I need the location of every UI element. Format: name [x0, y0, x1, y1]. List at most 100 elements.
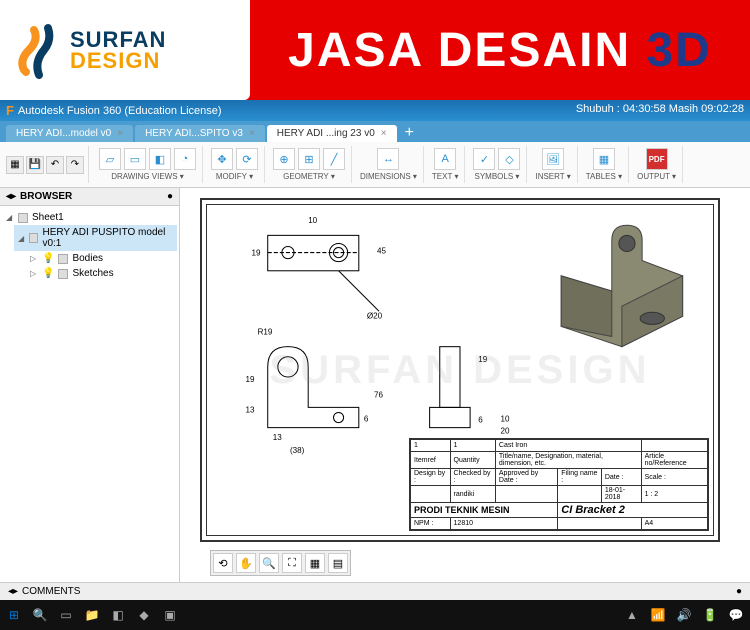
svg-text:R19: R19 — [258, 328, 273, 337]
rotate-icon[interactable]: ⟳ — [236, 148, 258, 170]
app-icon[interactable]: ◧ — [108, 605, 128, 625]
svg-text:13: 13 — [245, 405, 254, 414]
component-icon — [29, 233, 38, 243]
display-icon[interactable]: ▦ — [305, 553, 325, 573]
volume-icon[interactable]: 🔊 — [674, 605, 694, 625]
tree-sheet[interactable]: ◢ Sheet1 — [2, 210, 177, 225]
tree-model[interactable]: ◢ HERY ADI PUSPITO model v0:1 — [14, 225, 177, 251]
base-view-icon[interactable]: ▱ — [99, 148, 121, 170]
banner-title-main: JASA DESAIN — [288, 23, 631, 78]
close-icon[interactable]: × — [117, 128, 123, 139]
start-button[interactable]: ⊞ — [4, 605, 24, 625]
svg-text:45: 45 — [377, 247, 386, 256]
promo-banner: SURFAN DESIGN JASA DESAIN 3D — [0, 0, 750, 100]
folder-icon — [58, 269, 68, 279]
explorer-icon[interactable]: 📁 — [82, 605, 102, 625]
svg-text:19: 19 — [245, 375, 254, 384]
logo-text-line2: DESIGN — [70, 48, 166, 74]
search-icon[interactable]: 🔍 — [30, 605, 50, 625]
quick-access-toolbar: ▦ 💾 ↶ ↷ — [6, 146, 89, 183]
bulb-icon[interactable]: 💡 — [42, 268, 54, 279]
tab-spito-v3[interactable]: HERY ADI...SPITO v3× — [135, 125, 265, 142]
zoom-icon[interactable]: 🔍 — [259, 553, 279, 573]
app-icon[interactable]: ▣ — [160, 605, 180, 625]
centerline-icon[interactable]: ⊕ — [273, 148, 295, 170]
tray-icon[interactable]: ▲ — [622, 605, 642, 625]
app-icon: F — [6, 103, 14, 118]
tab-model-v0[interactable]: HERY ADI...model v0× — [6, 125, 133, 142]
svg-text:76: 76 — [374, 390, 383, 399]
svg-text:13: 13 — [273, 433, 282, 442]
ribbon-group-output: PDF OUTPUT ▾ — [631, 146, 683, 183]
svg-text:19: 19 — [252, 249, 261, 258]
ribbon-group-text: A TEXT ▾ — [426, 146, 466, 183]
folder-icon — [58, 254, 68, 264]
orbit-icon[interactable]: ⟲ — [213, 553, 233, 573]
svg-text:(38): (38) — [290, 446, 305, 455]
centermark-icon[interactable]: ⊞ — [298, 148, 320, 170]
ribbon-group-modify: ✥ ⟳ MODIFY ▾ — [205, 146, 265, 183]
svg-text:Ø20: Ø20 — [367, 311, 383, 320]
logo-mark-icon — [14, 20, 64, 80]
svg-text:10: 10 — [308, 216, 317, 225]
grid-icon[interactable]: ▤ — [328, 553, 348, 573]
section-view-icon[interactable]: ◧ — [149, 148, 171, 170]
fusion360-window: F Autodesk Fusion 360 (Education License… — [0, 100, 750, 600]
browser-header[interactable]: ◂▸BROWSER● — [0, 188, 179, 206]
drawing-canvas[interactable]: 10 19 45 Ø20 R19 19 13 (38) — [180, 188, 750, 582]
comments-panel[interactable]: ◂▸COMMENTS● — [0, 582, 750, 600]
save-button[interactable]: 💾 — [26, 156, 44, 174]
banner-title-3d: 3D — [646, 23, 711, 78]
svg-text:6: 6 — [478, 416, 483, 425]
move-icon[interactable]: ✥ — [211, 148, 233, 170]
undo-button[interactable]: ↶ — [46, 156, 64, 174]
app-icon[interactable]: ◆ — [134, 605, 154, 625]
fit-icon[interactable]: ⛶ — [282, 553, 302, 573]
network-icon[interactable]: 📶 — [648, 605, 668, 625]
model-tree: ◢ Sheet1 ◢ HERY ADI PUSPITO model v0:1 ▷… — [0, 206, 179, 285]
redo-button[interactable]: ↷ — [66, 156, 84, 174]
battery-icon[interactable]: 🔋 — [700, 605, 720, 625]
svg-text:19: 19 — [478, 355, 487, 364]
brand-logo: SURFAN DESIGN — [0, 0, 250, 100]
ribbon-group-symbols: ✓ ◇ SYMBOLS ▾ — [467, 146, 527, 183]
text-icon[interactable]: A — [434, 148, 456, 170]
banner-title: JASA DESAIN 3D — [250, 0, 750, 100]
dimension-icon[interactable]: ↔ — [377, 148, 399, 170]
tree-bodies[interactable]: ▷💡 Bodies — [26, 251, 177, 266]
titlebar-status: Shubuh : 04:30:58 Masih 09:02:28 — [576, 103, 744, 118]
surface-icon[interactable]: ✓ — [473, 148, 495, 170]
projected-view-icon[interactable]: ▭ — [124, 148, 146, 170]
ribbon-group-views: ▱ ▭ ◧ ◔ DRAWING VIEWS ▾ — [93, 146, 203, 183]
ribbon-group-geometry: ⊕ ⊞ ╱ GEOMETRY ▾ — [267, 146, 352, 183]
sheet-icon — [18, 213, 28, 223]
pdf-icon[interactable]: PDF — [646, 148, 668, 170]
windows-taskbar: ⊞ 🔍 ▭ 📁 ◧ ◆ ▣ ▲ 📶 🔊 🔋 💬 — [0, 600, 750, 630]
file-menu-button[interactable]: ▦ — [6, 156, 24, 174]
taskview-icon[interactable]: ▭ — [56, 605, 76, 625]
title-block: 11Cast Iron ItemrefQuantityTitle/name, D… — [409, 438, 709, 531]
window-title: Autodesk Fusion 360 (Education License) — [18, 105, 222, 117]
tree-sketches[interactable]: ▷💡 Sketches — [26, 266, 177, 281]
ribbon: ▦ 💾 ↶ ↷ ▱ ▭ ◧ ◔ DRAWING VIEWS ▾ ✥ ⟳ MO — [0, 142, 750, 188]
detail-view-icon[interactable]: ◔ — [174, 148, 196, 170]
browser-panel: ◂▸BROWSER● ◢ Sheet1 ◢ HERY ADI PUSPITO m… — [0, 188, 180, 582]
pan-icon[interactable]: ✋ — [236, 553, 256, 573]
titlebar: F Autodesk Fusion 360 (Education License… — [0, 100, 750, 121]
close-icon[interactable]: × — [381, 128, 387, 139]
datum-icon[interactable]: ◇ — [498, 148, 520, 170]
new-tab-button[interactable]: + — [399, 124, 420, 142]
bulb-icon[interactable]: 💡 — [42, 253, 54, 264]
svg-text:10: 10 — [500, 415, 509, 424]
image-icon[interactable]: 🖼 — [542, 148, 564, 170]
close-icon[interactable]: × — [249, 128, 255, 139]
ribbon-group-insert: 🖼 INSERT ▾ — [529, 146, 577, 183]
edge-icon[interactable]: ╱ — [323, 148, 345, 170]
drawing-sheet: 10 19 45 Ø20 R19 19 13 (38) — [200, 198, 720, 542]
ribbon-group-dimensions: ↔ DIMENSIONS ▾ — [354, 146, 424, 183]
document-tabs: HERY ADI...model v0× HERY ADI...SPITO v3… — [0, 121, 750, 142]
notification-icon[interactable]: 💬 — [726, 605, 746, 625]
tab-drawing-23[interactable]: HERY ADI ...ing 23 v0× — [267, 125, 397, 142]
svg-text:20: 20 — [500, 427, 509, 436]
table-icon[interactable]: ▦ — [593, 148, 615, 170]
